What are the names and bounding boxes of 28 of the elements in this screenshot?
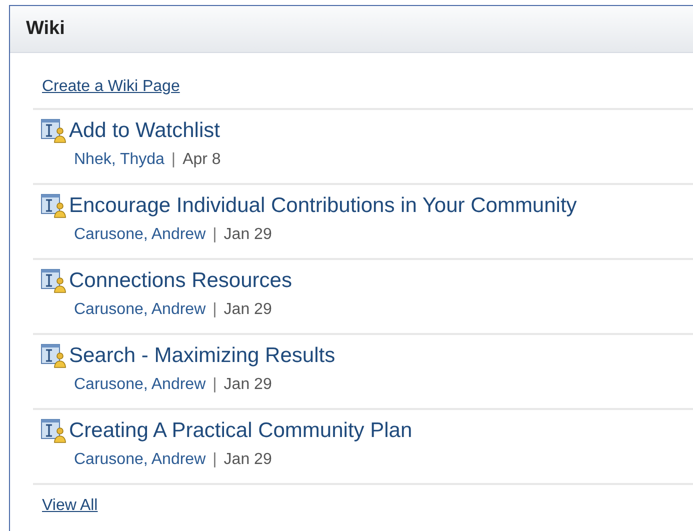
page-date: Apr 8: [182, 151, 221, 169]
page-title-link[interactable]: Search - Maximizing Results: [69, 344, 336, 368]
panel-title: Wiki: [26, 18, 65, 40]
page-title-link[interactable]: Creating A Practical Community Plan: [69, 419, 412, 443]
page-date: Jan 29: [224, 226, 272, 244]
page-date: Jan 29: [224, 301, 272, 319]
separator: |: [212, 226, 217, 244]
separator: |: [171, 151, 176, 169]
page-date: Jan 29: [224, 451, 272, 469]
author-link[interactable]: Carusone, Andrew: [74, 301, 206, 319]
wiki-page-icon: [41, 419, 66, 443]
wiki-page-icon: [41, 194, 66, 218]
page-title-link[interactable]: Add to Watchlist: [69, 119, 220, 143]
author-link[interactable]: Carusone, Andrew: [74, 451, 206, 469]
separator: |: [212, 376, 217, 394]
wiki-page-icon: [41, 119, 66, 143]
separator: |: [212, 451, 217, 469]
view-all-link[interactable]: View All: [42, 497, 98, 514]
page-date: Jan 29: [224, 376, 272, 394]
page-title-link[interactable]: Connections Resources: [69, 269, 292, 293]
separator: |: [212, 301, 217, 319]
author-link[interactable]: Carusone, Andrew: [74, 376, 206, 394]
author-link[interactable]: Nhek, Thyda: [74, 151, 164, 169]
wiki-page-icon: [41, 344, 66, 368]
create-page-link[interactable]: Create a Wiki Page: [42, 78, 180, 96]
page-title-link[interactable]: Encourage Individual Contributions in Your Community: [69, 194, 577, 218]
wiki-page-icon: [41, 269, 66, 293]
author-link[interactable]: Carusone, Andrew: [74, 226, 206, 244]
